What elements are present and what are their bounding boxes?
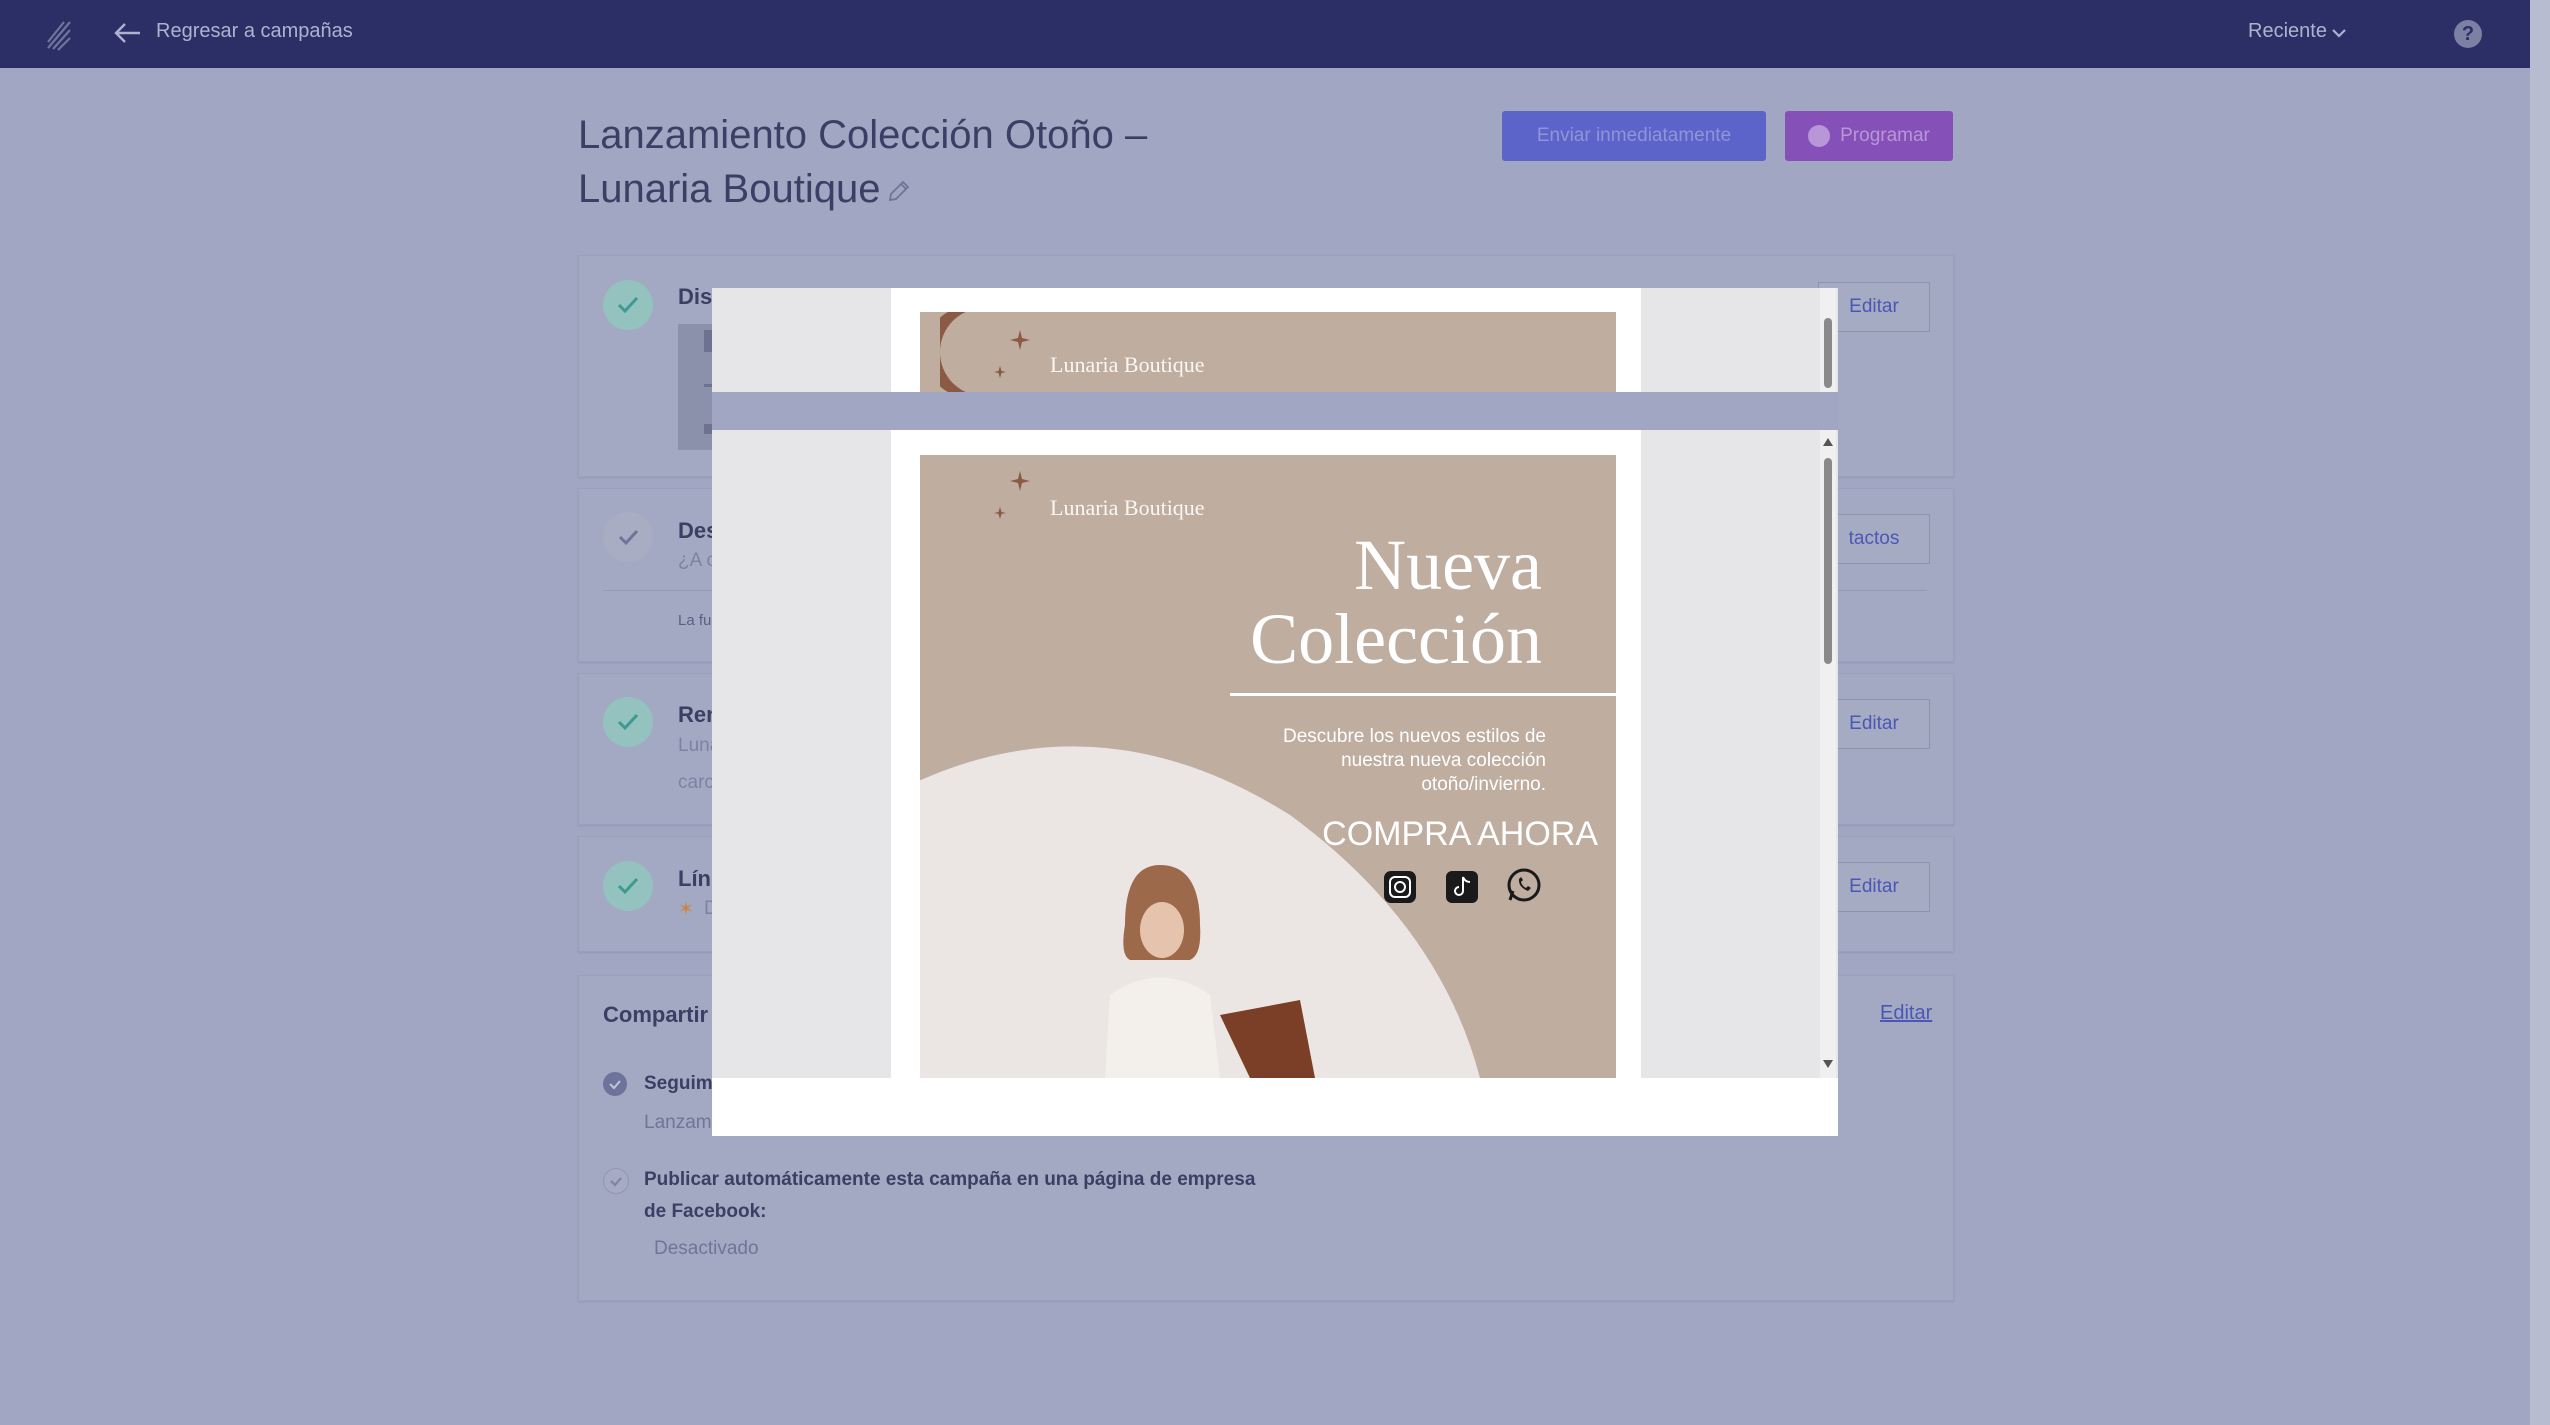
moon-stars-icon-main [940,455,1030,559]
recipients-note: La fu [678,612,712,629]
design-section-title: Dis [678,284,713,309]
whatsapp-icon[interactable] [1506,867,1542,903]
page-scrollbar[interactable] [2530,0,2550,1425]
chevron-down-icon[interactable] [2330,24,2348,42]
sender-check-icon [603,697,653,747]
facebook-check-icon [603,1168,629,1194]
sender-email: carc [678,772,714,793]
email-cta-text[interactable]: COMPRA AHORA [1322,815,1598,854]
back-arrow-icon[interactable] [112,20,142,46]
moon-stars-icon [940,312,1030,392]
email-banner-top-strip: Lunaria Boutique [920,312,1616,392]
tracking-label: Seguimi [644,1073,718,1094]
schedule-clock-icon [1808,125,1831,147]
preview-scroll-thumb-top[interactable] [1824,318,1832,388]
preview-scrollbar[interactable] [1820,430,1836,1078]
send-now-button[interactable]: Enviar inmediatamente [1502,111,1766,161]
schedule-button-label: Programar [1840,125,1930,146]
recipients-check-icon [603,512,653,562]
title-line-1: Lanzamiento Colección Otoño – [578,113,1148,157]
email-brand-name-top: Lunaria Boutique [1050,352,1205,377]
preview-scroll-thumb[interactable] [1824,458,1832,664]
subject-check-icon [603,861,653,911]
instagram-icon[interactable] [1382,869,1418,905]
schedule-button[interactable]: Programar [1785,111,1953,161]
subject-section-title: Lín [678,866,711,891]
sparkle-emoji-icon: ✶ [678,899,694,920]
email-headline-line-2: Colección [1250,599,1542,679]
facebook-autopublish-label: Publicar automáticamente esta campaña en… [644,1169,1256,1222]
back-to-campaigns-link[interactable]: Regresar a campañas [156,20,353,43]
tiktok-icon[interactable] [1444,869,1480,905]
design-check-icon [603,280,653,330]
tracking-value: Lanzam [644,1112,712,1133]
recipients-section-subtitle: ¿A c [678,550,717,571]
email-brand-name: Lunaria Boutique [1050,495,1205,520]
backdrop-band [712,392,1838,430]
preview-scrollbar-top[interactable] [1820,288,1836,392]
email-headline-line-1: Nueva [1354,525,1542,605]
scroll-down-arrow-icon[interactable] [1823,1060,1833,1068]
email-description: Descubre los nuevos estilos de nuestra n… [1283,726,1546,795]
tracking-check-icon [603,1072,627,1096]
scroll-up-arrow-icon[interactable] [1823,438,1833,446]
edit-title-pencil-icon[interactable] [886,178,912,204]
share-edit-link[interactable]: Editar [1880,1002,1932,1025]
email-banner: Lunaria Boutique Nueva Colección Descubr… [920,455,1616,1078]
facebook-autopublish-value: Desactivado [654,1238,759,1259]
headline-divider [1230,693,1616,696]
app-logo-icon[interactable] [44,16,74,52]
top-bar [0,0,2530,68]
share-section-title: Compartir y [603,1002,727,1027]
recent-dropdown[interactable]: Reciente [2248,20,2327,43]
help-icon[interactable]: ? [2454,20,2482,48]
